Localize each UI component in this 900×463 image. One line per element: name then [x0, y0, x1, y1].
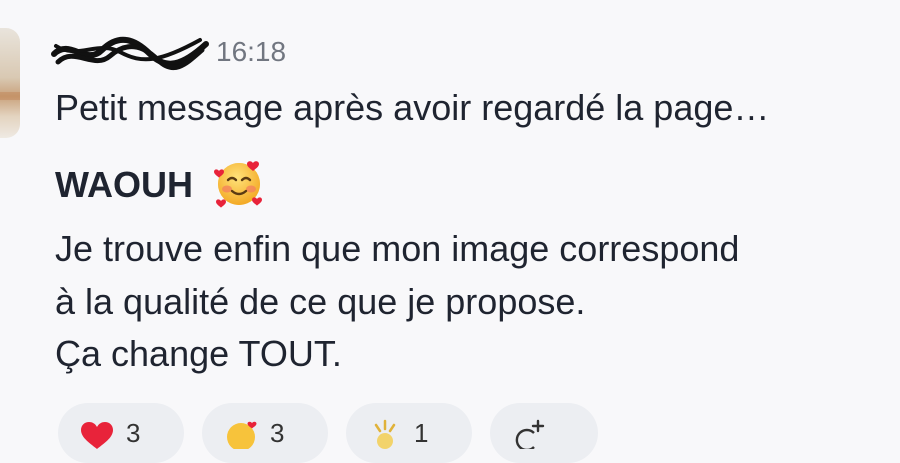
smiling-face-with-hearts-icon	[227, 421, 257, 449]
avatar[interactable]	[0, 28, 20, 138]
reaction-count: 3	[270, 418, 285, 448]
sparkle-icon	[374, 419, 396, 449]
add-reaction-icon	[515, 419, 545, 449]
author-name-redacted[interactable]	[50, 32, 210, 72]
message-line-3: Je trouve enfin que mon image correspond	[55, 228, 740, 269]
reaction-count: 3	[126, 418, 141, 448]
reaction-heart-button[interactable]: 3	[58, 403, 184, 463]
add-reaction-button[interactable]	[490, 403, 598, 463]
reaction-sparkle-button[interactable]: 1	[346, 403, 472, 463]
message-line-4: à la qualité de ce que je propose.	[55, 281, 586, 322]
smiling-face-with-hearts-icon	[214, 161, 263, 209]
message-heading: WAOUH	[55, 161, 265, 209]
red-heart-icon	[81, 421, 113, 449]
message-heading-text: WAOUH	[55, 164, 193, 205]
reaction-smiling-hearts-button[interactable]: 3	[202, 403, 328, 463]
reactions-bar: 3 3 1	[58, 403, 598, 463]
message-line-1: Petit message après avoir regardé la pag…	[55, 87, 770, 128]
message-header: 16:18	[50, 30, 286, 74]
reaction-count: 1	[414, 418, 429, 448]
message-line-5: Ça change TOUT.	[55, 333, 342, 374]
message-timestamp: 16:18	[216, 36, 287, 67]
redaction-scribble	[51, 37, 209, 71]
